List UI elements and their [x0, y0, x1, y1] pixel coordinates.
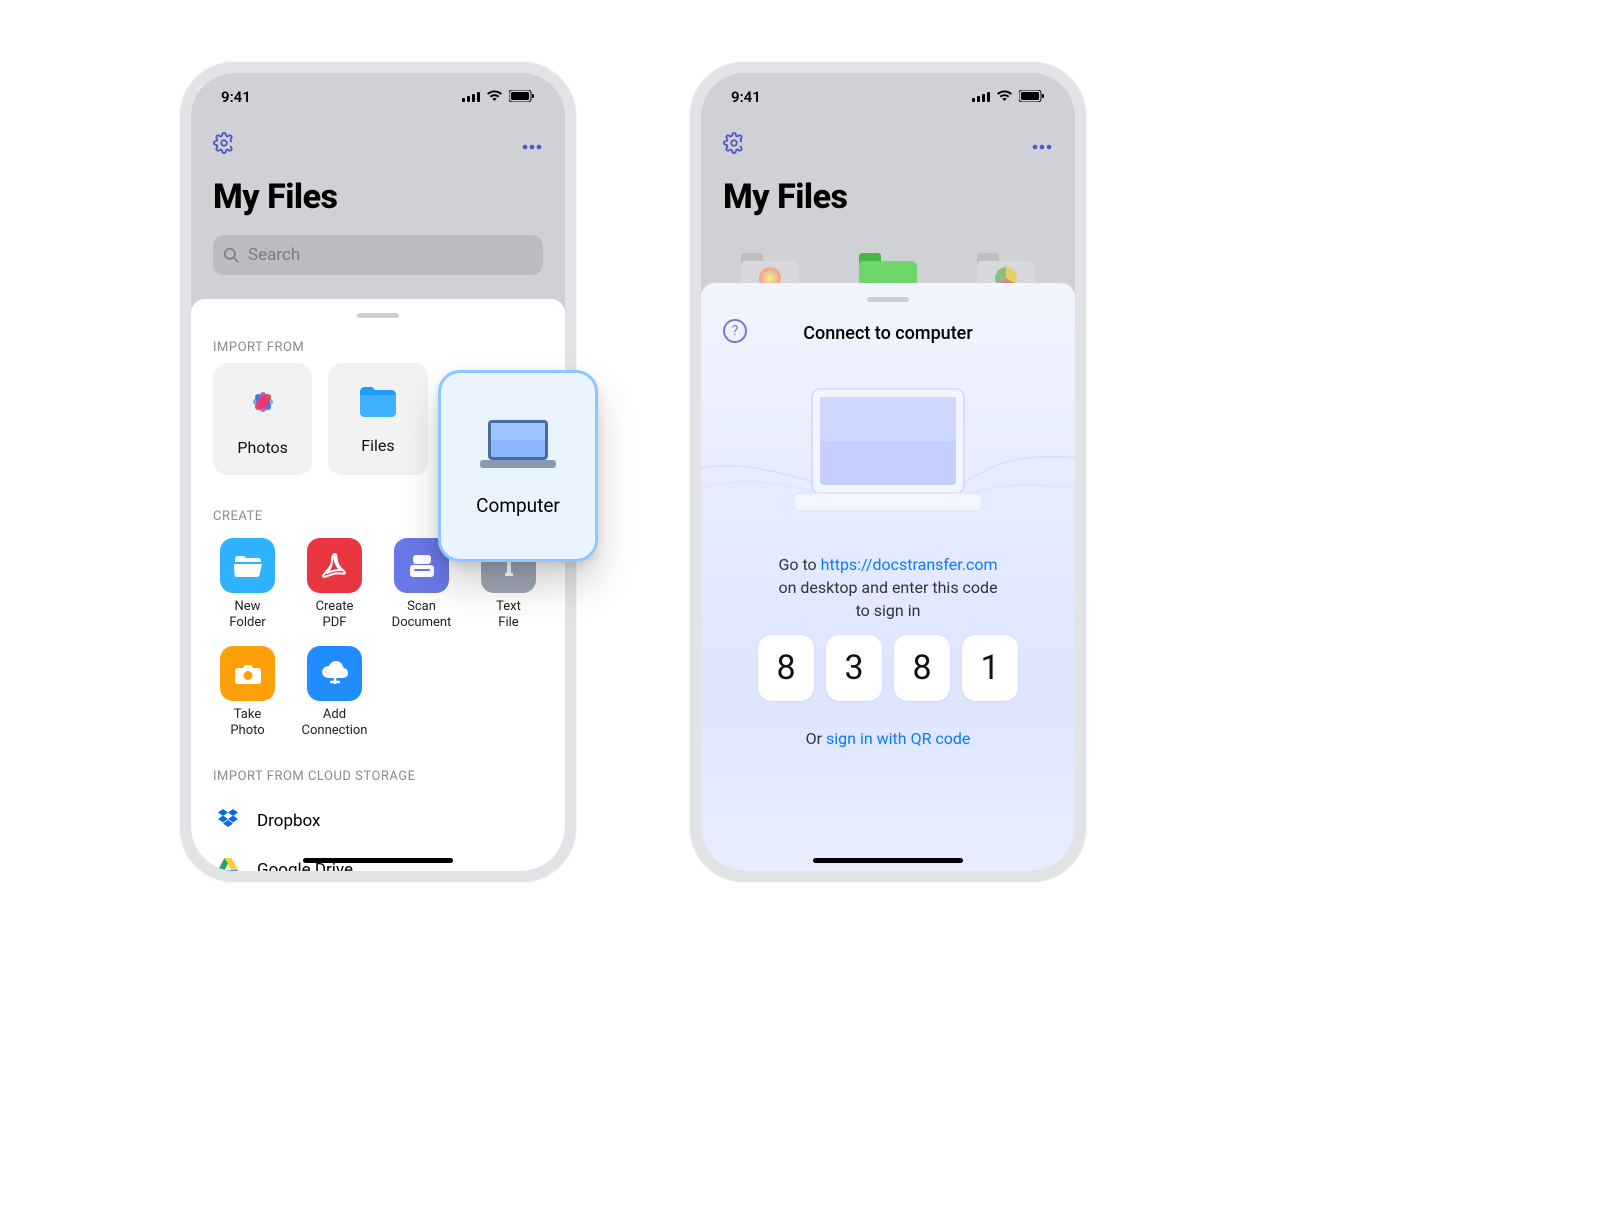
import-source-photos[interactable]: Photos	[213, 363, 312, 475]
search-icon	[223, 247, 240, 264]
alt-prefix: Or	[806, 729, 826, 748]
section-header-import: IMPORT FROM	[191, 332, 565, 363]
create-take-photo[interactable]: Take Photo	[209, 646, 286, 740]
status-time: 9:41	[731, 88, 761, 106]
page-title: My Files	[191, 161, 565, 235]
wifi-icon	[996, 88, 1013, 106]
source-label: Photos	[237, 438, 288, 457]
dropbox-icon	[217, 808, 239, 833]
status-bar: 9:41	[191, 86, 565, 108]
laptop-icon	[476, 416, 560, 476]
photos-icon	[243, 382, 283, 426]
code-digit: 1	[962, 635, 1018, 701]
status-icons	[972, 88, 1045, 106]
create-add-connection[interactable]: Add Connection	[296, 646, 373, 740]
status-time: 9:41	[221, 88, 251, 106]
laptop-illustration	[788, 383, 988, 513]
status-icons	[462, 88, 535, 106]
create-label: New Folder	[229, 599, 265, 632]
settings-icon[interactable]	[213, 132, 235, 158]
create-label: Create PDF	[316, 599, 354, 632]
instr-prefix: Go to	[778, 555, 820, 574]
sheet-handle[interactable]	[867, 297, 909, 302]
instr-url[interactable]: https://docstransfer.com	[821, 555, 998, 574]
cloud-source-dropbox[interactable]: Dropbox	[191, 796, 565, 845]
sheet-handle[interactable]	[357, 313, 399, 318]
create-label: Scan Document	[392, 599, 452, 632]
cellular-icon	[972, 88, 990, 106]
folder-open-icon	[233, 553, 263, 579]
import-source-computer[interactable]: Computer	[438, 370, 598, 562]
source-label: Files	[361, 436, 394, 455]
pdf-icon	[320, 551, 350, 581]
camera-icon	[233, 660, 263, 686]
connect-instruction: Go to https://docstransfer.com on deskto…	[731, 553, 1045, 623]
more-icon[interactable]	[521, 136, 543, 155]
code-digit: 3	[826, 635, 882, 701]
battery-icon	[1019, 88, 1045, 106]
page-title: My Files	[701, 161, 1075, 235]
source-label: Computer	[476, 494, 560, 517]
code-digit: 8	[758, 635, 814, 701]
create-label: Text File	[496, 599, 521, 632]
folder-icon	[357, 384, 399, 424]
search-input[interactable]: Search	[213, 235, 543, 275]
alt-signin-row: Or sign in with QR code	[701, 729, 1075, 748]
instr-line2: on desktop and enter this code	[778, 578, 997, 597]
connect-title: Connect to computer	[701, 323, 1075, 344]
scanner-icon	[407, 552, 437, 580]
wifi-icon	[486, 88, 503, 106]
instr-line3: to sign in	[856, 601, 921, 620]
code-digit: 8	[894, 635, 950, 701]
cloud-label: Dropbox	[257, 811, 321, 831]
phone-connect-sheet: 9:41	[690, 62, 1086, 882]
create-create-pdf[interactable]: Create PDF	[296, 538, 373, 632]
alt-qr-link[interactable]: sign in with QR code	[826, 729, 970, 748]
more-icon[interactable]	[1031, 136, 1053, 155]
google-drive-icon	[217, 857, 239, 871]
status-bar: 9:41	[701, 86, 1075, 108]
cellular-icon	[462, 88, 480, 106]
create-label: Take Photo	[230, 707, 264, 740]
cloud-plus-icon	[319, 660, 351, 686]
settings-icon[interactable]	[723, 132, 745, 158]
battery-icon	[509, 88, 535, 106]
create-label: Add Connection	[302, 707, 368, 740]
home-indicator[interactable]	[813, 858, 963, 863]
pairing-code: 8 3 8 1	[701, 635, 1075, 701]
home-indicator[interactable]	[303, 858, 453, 863]
section-header-cloud: IMPORT FROM CLOUD STORAGE	[191, 761, 565, 792]
create-new-folder[interactable]: New Folder	[209, 538, 286, 632]
import-source-files[interactable]: Files	[328, 363, 427, 475]
connect-sheet: ? Connect to computer Go to https://docs…	[701, 283, 1075, 871]
search-placeholder: Search	[248, 245, 300, 265]
